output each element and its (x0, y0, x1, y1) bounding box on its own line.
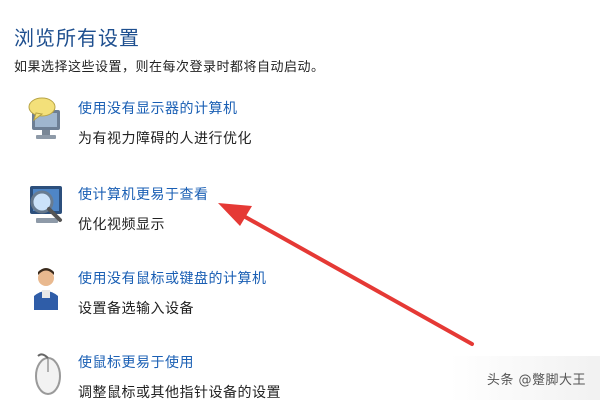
setting-description: 为有视力障碍的人进行优化 (78, 131, 252, 147)
setting-title[interactable]: 使用没有显示器的计算机 (78, 98, 238, 118)
setting-title[interactable]: 使计算机更易于查看 (78, 184, 209, 204)
mouse-icon (24, 350, 68, 398)
magnifier-monitor-icon (24, 182, 68, 230)
page-title: 浏览所有设置 (14, 26, 140, 50)
setting-item-easier-mouse[interactable]: 使鼠标更易于使用 调整鼠标或其他指针设备的设置 (24, 350, 444, 420)
monitor-speech-icon (24, 96, 68, 144)
setting-description: 设置备选输入设备 (78, 301, 194, 317)
setting-description: 优化视频显示 (78, 217, 165, 233)
setting-title[interactable]: 使用没有鼠标或键盘的计算机 (78, 268, 267, 288)
setting-item-no-mouse-keyboard[interactable]: 使用没有鼠标或键盘的计算机 设置备选输入设备 (24, 266, 444, 336)
setting-item-no-display[interactable]: 使用没有显示器的计算机 为有视力障碍的人进行优化 (24, 96, 444, 166)
watermark: 头条 @蹩脚大王 (486, 373, 586, 388)
person-icon (24, 266, 68, 314)
page-subtitle: 如果选择这些设置，则在每次登录时都将自动启动。 (14, 60, 325, 75)
setting-description: 调整鼠标或其他指针设备的设置 (78, 385, 281, 401)
setting-title[interactable]: 使鼠标更易于使用 (78, 352, 194, 372)
setting-item-easier-to-see[interactable]: 使计算机更易于查看 优化视频显示 (24, 182, 444, 252)
